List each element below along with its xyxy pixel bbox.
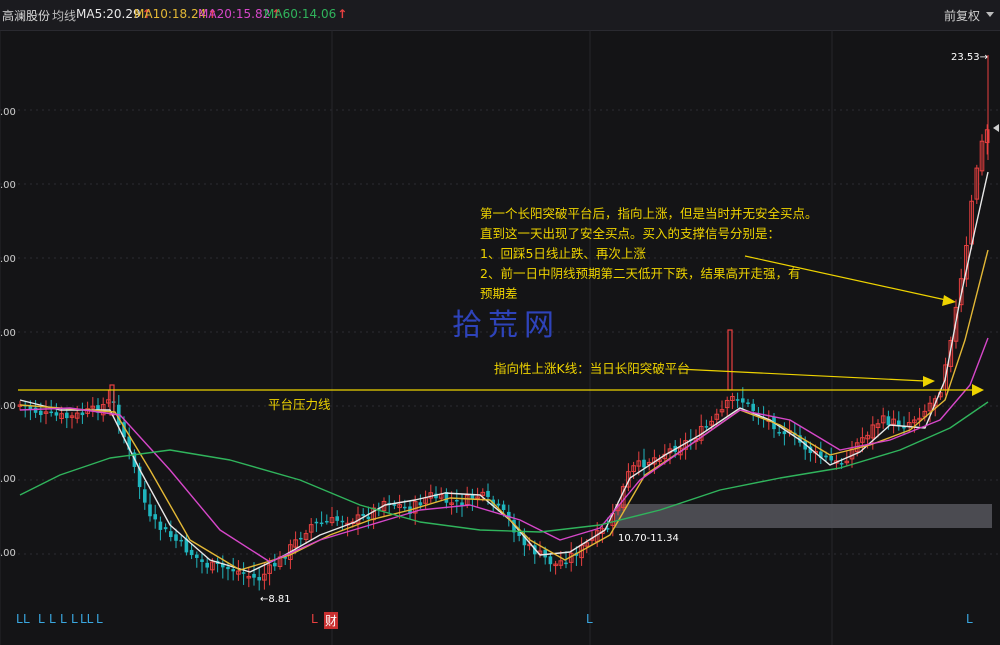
candle-body bbox=[195, 554, 199, 558]
event-marker[interactable]: L bbox=[966, 612, 973, 626]
candle-body bbox=[241, 572, 246, 574]
event-marker[interactable]: L bbox=[49, 612, 56, 626]
candle-body bbox=[886, 416, 891, 426]
annotation-line: 直到这一天出现了安全买点。买入的支撑信号分别是： bbox=[480, 226, 781, 241]
candle-body bbox=[226, 566, 230, 570]
annotation-line: 1、回踩5日线止跌、再次上涨 bbox=[480, 246, 646, 261]
watermark: 拾荒网 bbox=[452, 308, 560, 343]
candle-body bbox=[252, 573, 256, 578]
y-tick: .00 bbox=[0, 401, 16, 412]
candle-body bbox=[392, 504, 397, 506]
candle-body bbox=[839, 463, 844, 465]
ma60-value: MA60:14.06↑ bbox=[264, 7, 348, 21]
candle-body bbox=[231, 569, 235, 572]
candle-body bbox=[174, 534, 178, 541]
candle-body bbox=[777, 432, 781, 434]
candle-body bbox=[33, 407, 38, 413]
candle-body bbox=[782, 431, 787, 435]
event-marker[interactable]: L bbox=[586, 612, 593, 626]
candle-body bbox=[486, 490, 490, 497]
price-pointer-icon bbox=[993, 124, 999, 132]
candle-body bbox=[366, 516, 371, 520]
event-marker[interactable]: L bbox=[60, 612, 67, 626]
candle-body bbox=[49, 411, 53, 414]
stock-name[interactable]: 高澜股份 bbox=[2, 7, 50, 24]
candle-body bbox=[455, 499, 459, 502]
adjust-mode-dropdown[interactable]: 前复权 bbox=[944, 7, 980, 24]
candle-body bbox=[548, 556, 553, 565]
chart-header: 高澜股份 均线 MA5:20.29↑ MA10:18.24↑ MA20:15.8… bbox=[0, 0, 1000, 31]
candle-body bbox=[704, 426, 709, 428]
annotation-line: 2、前一日中阴线预期第二天低开下跌，结果高开走强，有 bbox=[480, 266, 801, 281]
candle-body bbox=[54, 412, 59, 416]
candle-body bbox=[564, 562, 568, 565]
y-tick: .00 bbox=[0, 180, 16, 191]
candle-body bbox=[205, 562, 209, 568]
chevron-down-icon[interactable] bbox=[986, 12, 994, 17]
candle-body bbox=[501, 504, 506, 511]
support-zone-label: 10.70-11.34 bbox=[618, 533, 679, 544]
pressure-line-label: 平台压力线 bbox=[268, 397, 331, 412]
candle-body bbox=[319, 522, 324, 525]
buy-point-annotation: 第一个长阳突破平台后，指向上涨，但是当时并无安全买点。 直到这一天出现了安全买点… bbox=[480, 204, 818, 304]
y-tick: .00 bbox=[0, 254, 16, 265]
candle-body bbox=[735, 399, 740, 401]
candle-body bbox=[39, 410, 43, 416]
candle-body bbox=[257, 577, 261, 581]
y-tick: .00 bbox=[0, 474, 16, 485]
candle-body bbox=[65, 412, 69, 419]
event-marker[interactable]: LL bbox=[80, 612, 93, 626]
candle-body bbox=[148, 504, 152, 517]
breakout-annotation: 指向性上涨K线：当日长阳突破平台 bbox=[494, 361, 690, 376]
candle-body bbox=[335, 516, 339, 521]
arrow-icon bbox=[972, 384, 984, 396]
high-price-label: 23.53→ bbox=[951, 52, 989, 63]
event-marker[interactable]: L bbox=[23, 612, 30, 626]
candle-body bbox=[325, 520, 329, 523]
event-marker[interactable]: L bbox=[16, 612, 23, 626]
candle-body bbox=[727, 329, 733, 391]
up-arrow-icon: ↑ bbox=[337, 7, 348, 21]
event-marker[interactable]: L bbox=[311, 612, 318, 626]
candle-body bbox=[824, 455, 828, 458]
candle-body bbox=[179, 539, 183, 542]
arrow-icon bbox=[923, 376, 935, 387]
candle-body bbox=[751, 403, 755, 411]
candle-body bbox=[314, 521, 319, 524]
event-marker[interactable]: L bbox=[38, 612, 45, 626]
y-tick: .00 bbox=[0, 328, 16, 339]
avg-line-toggle[interactable]: 均线 bbox=[52, 7, 76, 24]
candle-body bbox=[642, 459, 646, 468]
candle-body bbox=[741, 398, 745, 403]
y-tick: .00 bbox=[0, 548, 16, 559]
annotation-arrow bbox=[677, 368, 926, 382]
y-tick: .00 bbox=[0, 107, 16, 118]
support-zone bbox=[615, 504, 992, 528]
event-marker[interactable]: L bbox=[96, 612, 103, 626]
annotation-line: 第一个长阳突破平台后，指向上涨，但是当时并无安全买点。 bbox=[480, 206, 818, 221]
candle-body bbox=[299, 537, 303, 540]
candle-body bbox=[829, 455, 833, 461]
arrow-icon bbox=[942, 295, 956, 306]
candle-body bbox=[543, 549, 547, 558]
candle-body bbox=[143, 489, 147, 503]
candle-body bbox=[746, 402, 750, 404]
candle-body bbox=[361, 514, 365, 516]
candle-body bbox=[496, 503, 501, 506]
earnings-marker[interactable]: 财 bbox=[324, 612, 339, 629]
candle-body bbox=[158, 521, 163, 530]
candle-body bbox=[273, 562, 277, 567]
candle-body bbox=[340, 520, 345, 523]
candle-body bbox=[403, 506, 407, 509]
candle-body bbox=[189, 549, 194, 556]
low-price-label: ←8.81 bbox=[260, 594, 291, 605]
candle-body bbox=[80, 412, 85, 416]
candle-body bbox=[163, 527, 168, 530]
candle-body bbox=[418, 502, 423, 506]
candle-body bbox=[200, 559, 204, 563]
candle-body bbox=[153, 514, 157, 520]
event-marker[interactable]: L bbox=[71, 612, 78, 626]
candle-body bbox=[169, 531, 173, 538]
